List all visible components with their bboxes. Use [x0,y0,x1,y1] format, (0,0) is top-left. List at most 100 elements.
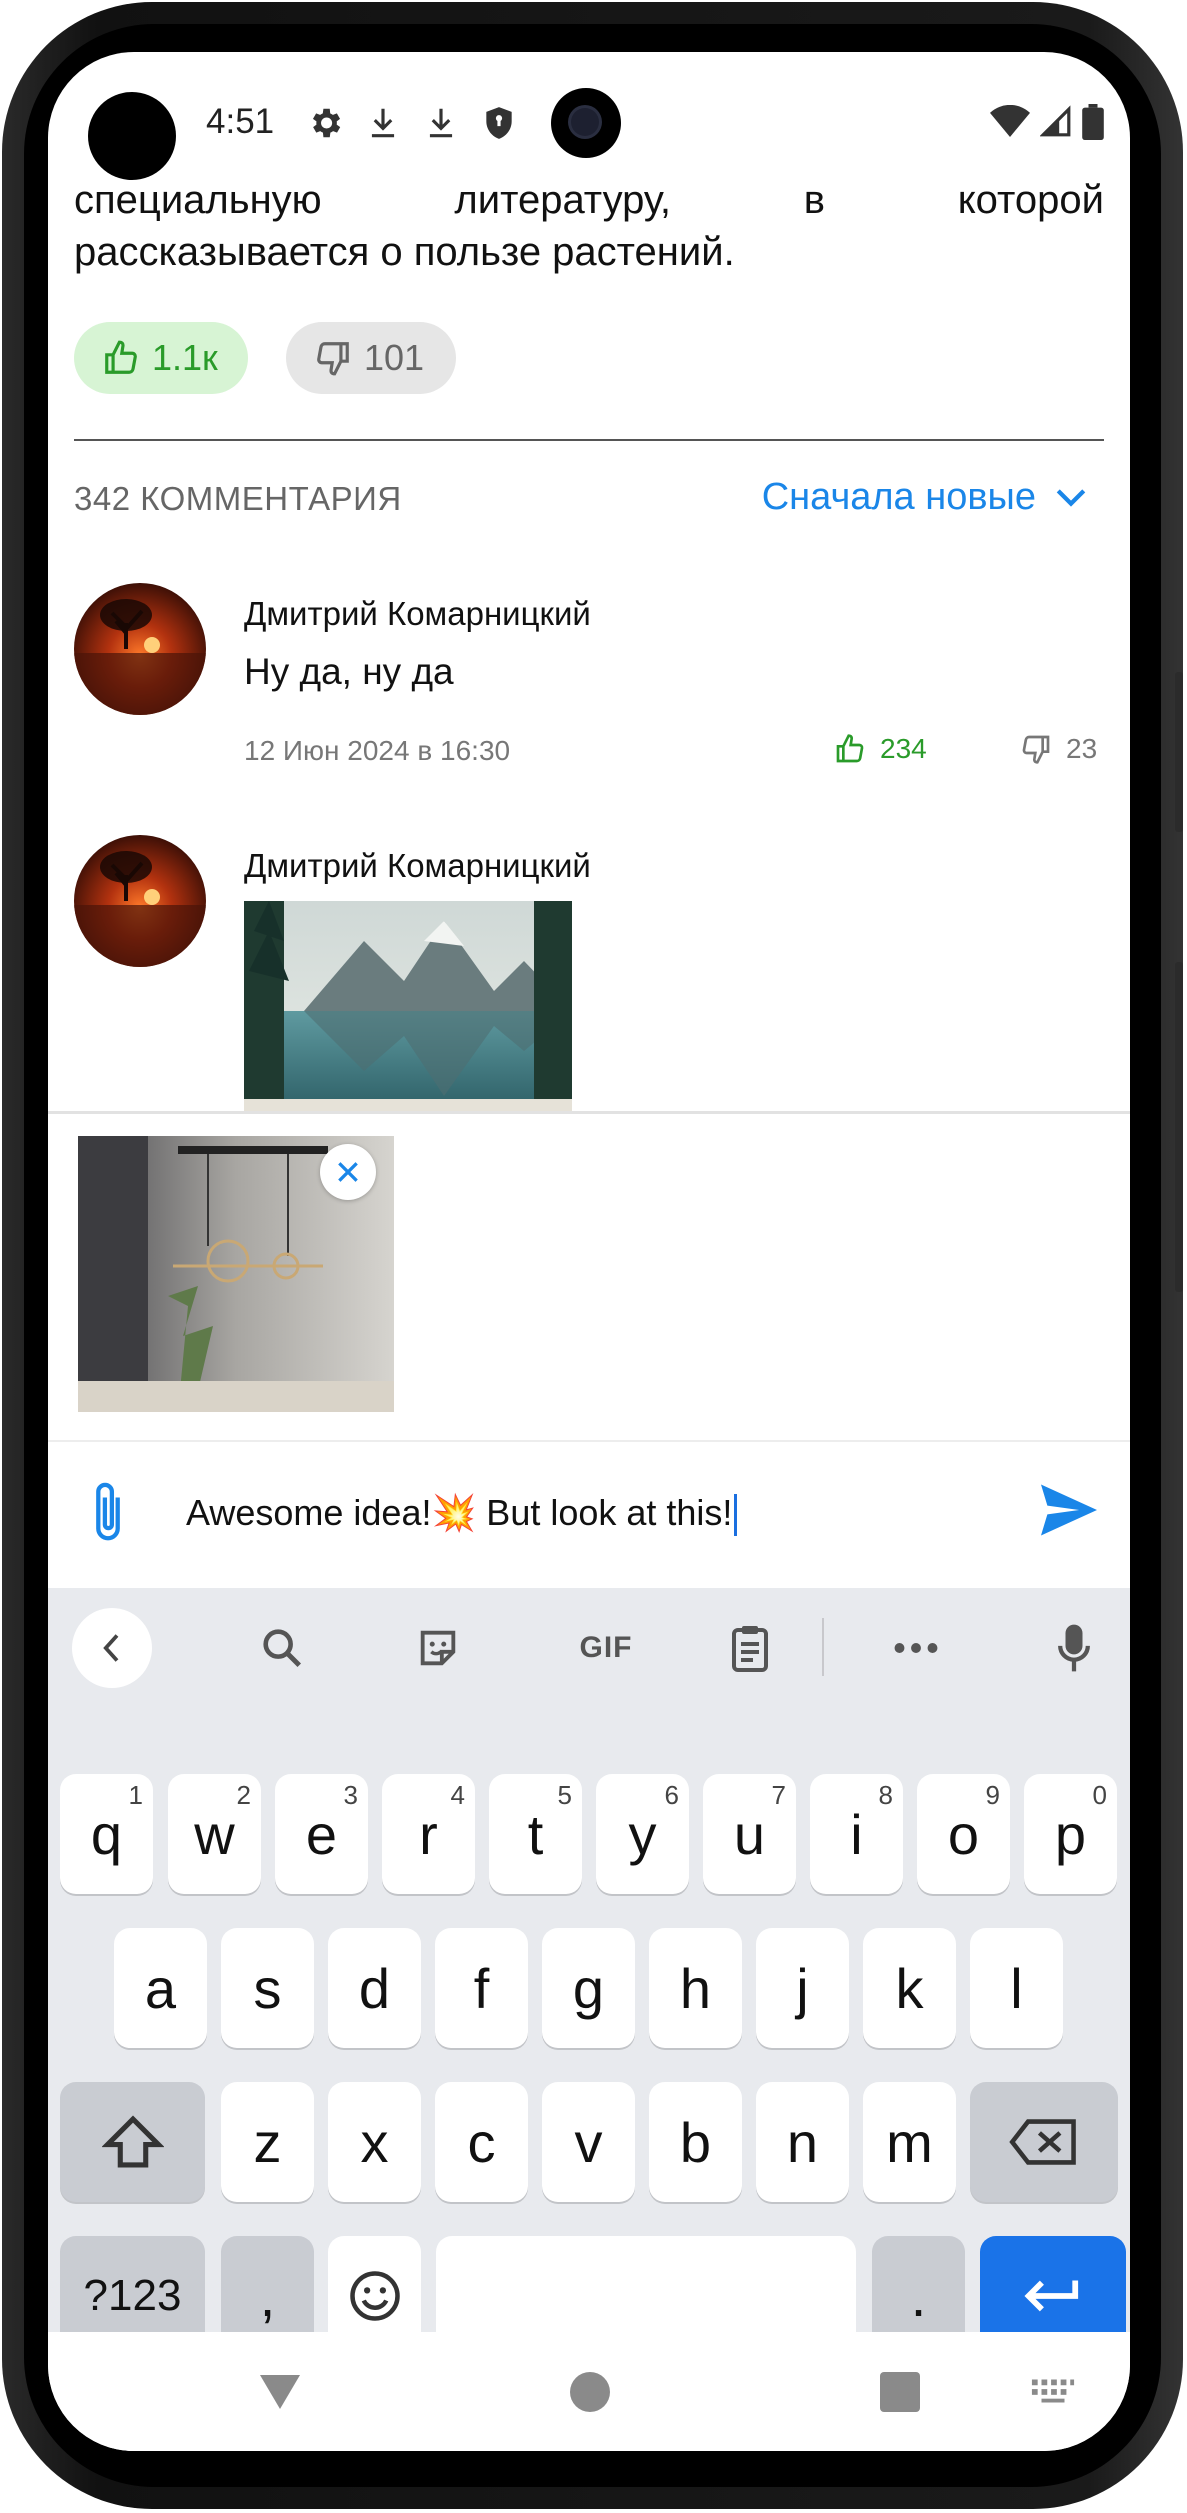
keyboard-switch-icon[interactable] [1030,2377,1076,2405]
avatar[interactable] [74,583,206,715]
keyboard-search-button[interactable] [256,1622,308,1674]
comment-dislike-button[interactable]: 23 [1020,733,1097,765]
keyboard: GIF q1 w2 e3 r4 t5 y6 u7 i8 o9 p0 a s d … [48,1588,1130,2356]
thumbs-down-icon [317,342,349,376]
key-n[interactable]: n [756,2082,849,2202]
key-c[interactable]: c [435,2082,528,2202]
power-button [1175,962,1183,1292]
chevron-down-icon [1056,488,1086,507]
sort-label: Сначала новые [761,476,1036,518]
keyboard-more-button[interactable] [890,1622,942,1674]
nav-back-icon[interactable] [256,2370,304,2412]
key-v[interactable]: v [542,2082,635,2202]
article-like-button[interactable]: 1.1к [74,322,248,394]
text-caret [734,1494,738,1537]
key-t[interactable]: t5 [489,1774,582,1894]
keyboard-clipboard-button[interactable] [724,1622,776,1674]
comment-input[interactable]: Awesome idea!💥 But look at this! [186,1492,738,1537]
article-dislike-button[interactable]: 101 [286,322,456,394]
shield-icon [486,107,512,139]
navigation-bar [48,2332,1130,2451]
keyboard-sticker-button[interactable] [412,1622,464,1674]
key-m[interactable]: m [863,2082,956,2202]
comment-composer: Awesome idea!💥 But look at this! [48,1440,1130,1590]
key-y[interactable]: y6 [596,1774,689,1894]
key-u[interactable]: u7 [703,1774,796,1894]
backspace-key[interactable] [970,2082,1118,2202]
backspace-icon [1009,2119,1076,2165]
thumbs-down-icon [1022,735,1050,764]
front-camera [551,88,621,158]
thumbs-up-icon [105,340,137,374]
divider [74,439,1104,441]
status-right-icons [990,104,1104,140]
sticker-icon [420,1630,456,1666]
search-icon [263,1629,302,1668]
key-r[interactable]: r4 [382,1774,475,1894]
emoji-icon [349,2271,400,2321]
keyboard-toolbar: GIF [48,1588,1130,1708]
chevron-left-icon [103,1634,119,1662]
more-icon [894,1643,938,1653]
comment-date: 12 Июн 2024 в 16:30 [244,735,511,766]
nav-home-icon[interactable] [570,2372,610,2412]
comment-item: Дмитрий Комарницкий Ну да, ну да 12 Июн … [74,583,1104,766]
article-line-2: рассказывается о пользе растений. [74,230,735,274]
notification-dot [88,92,176,180]
keyboard-gif-button[interactable]: GIF [566,1622,646,1674]
comment-author[interactable]: Дмитрий Комарницкий [244,847,591,885]
enter-icon [1024,2280,1079,2312]
download-icon [429,108,453,138]
key-x[interactable]: x [328,2082,421,2202]
thumbs-up-icon [836,734,864,763]
battery-icon [1082,104,1104,140]
article-like-count: 1.1к [152,337,218,378]
attachment-preview-area [48,1111,1130,1443]
key-b[interactable]: b [649,2082,742,2202]
key-d[interactable]: d [328,1928,421,2048]
key-o[interactable]: o9 [917,1774,1010,1894]
key-a[interactable]: a [114,1928,207,2048]
key-s[interactable]: s [221,1928,314,2048]
avatar[interactable] [74,835,206,967]
key-k[interactable]: k [863,1928,956,2048]
article-text: специальную литературу, в которой расска… [74,174,1104,278]
comment-like-count: 234 [880,733,927,764]
mountain-lake-image[interactable] [244,901,572,1111]
key-g[interactable]: g [542,1928,635,2048]
send-icon[interactable] [1038,1482,1100,1538]
key-e[interactable]: e3 [275,1774,368,1894]
article-line-1: специальную литературу, в которой [74,178,1104,222]
mic-icon [1058,1624,1090,1672]
key-j[interactable]: j [756,1928,849,2048]
shift-key[interactable] [60,2082,205,2202]
key-z[interactable]: z [221,2082,314,2202]
comment-author[interactable]: Дмитрий Комарницкий [244,595,591,633]
key-h[interactable]: h [649,1928,742,2048]
download-icon [371,108,395,138]
gear-icon [312,108,341,138]
signal-icon [1040,105,1071,137]
comments-count: 342 КОММЕНТАРИЯ [74,480,402,517]
paperclip-icon[interactable] [88,1480,128,1546]
remove-attachment-button[interactable] [320,1144,376,1200]
sort-dropdown[interactable]: Сначала новые [762,476,1088,519]
close-icon [338,1162,358,1182]
key-q[interactable]: q1 [60,1774,153,1894]
key-i[interactable]: i8 [810,1774,903,1894]
screen: 4:51 специальную литературу, в которой р… [48,52,1130,2451]
comment-like-button[interactable]: 234 [834,733,927,765]
key-l[interactable]: l [970,1928,1063,2048]
article-dislike-count: 101 [364,337,425,378]
key-p[interactable]: p0 [1024,1774,1117,1894]
key-w[interactable]: w2 [168,1774,261,1894]
toolbar-separator [822,1618,824,1676]
keyboard-mic-button[interactable] [1048,1622,1100,1674]
keyboard-back-button[interactable] [72,1608,152,1688]
status-time: 4:51 [206,102,275,141]
wifi-icon [990,105,1030,137]
comment-item: Дмитрий Комарницкий [74,835,1104,1111]
key-f[interactable]: f [435,1928,528,2048]
nav-recent-icon[interactable] [880,2372,920,2412]
comment-input-text: Awesome idea!💥 But look at this! [186,1492,733,1533]
